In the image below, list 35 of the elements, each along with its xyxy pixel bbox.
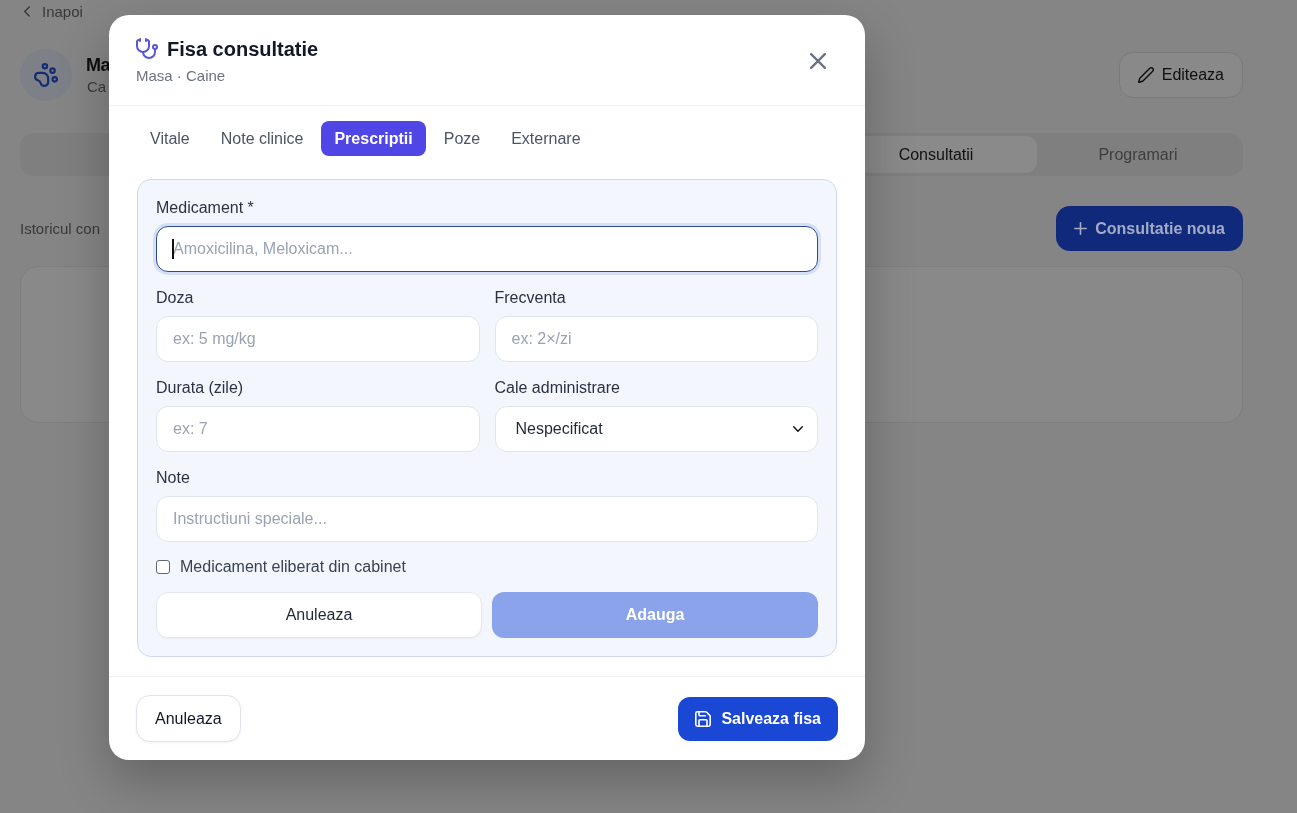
field-label: Doza: [156, 288, 194, 308]
edit-button[interactable]: Editeaza: [1118, 52, 1243, 98]
dialog-title: Fisa consultatie: [167, 37, 319, 62]
close-icon: [810, 53, 826, 69]
cancel-button[interactable]: Anuleaza: [136, 695, 241, 742]
text-cursor-icon: [172, 239, 174, 259]
input-field[interactable]: Amoxicilina, Meloxicam...: [156, 226, 818, 272]
save-button[interactable]: Salveaza fisa: [678, 696, 838, 741]
cancel-button[interactable]: Anuleaza: [156, 592, 482, 638]
dialog-subtitle: Masa · Caine: [136, 66, 226, 86]
save-icon: [695, 710, 712, 727]
stethoscope-icon: [136, 38, 158, 60]
dialog-tab[interactable]: Poze: [430, 121, 494, 156]
checkbox[interactable]: [156, 560, 170, 574]
pet-name: Ma: [86, 54, 110, 77]
plus-icon: [1074, 222, 1088, 235]
dialog-tab[interactable]: Externare: [498, 121, 594, 156]
history-heading: Istoricul con: [20, 220, 101, 237]
checkbox-label: Medicament eliberat din cabinet: [180, 558, 406, 576]
chevron-left-icon: [24, 5, 30, 17]
paw-avatar-icon: [20, 49, 72, 101]
dialog-tab[interactable]: Vitale: [137, 121, 203, 156]
select-field[interactable]: Nespecificat: [494, 406, 818, 452]
new-consultation-button[interactable]: Consultatie noua: [1056, 206, 1243, 251]
field-label: Cale administrare: [494, 378, 620, 398]
dialog-tab[interactable]: Prescriptii: [321, 121, 426, 156]
field-label: Note: [156, 468, 190, 488]
close-button[interactable]: [810, 53, 826, 69]
chevron-down-icon: [793, 426, 803, 432]
dialog-tab[interactable]: Note clinice: [207, 121, 317, 156]
field-label: Durata (zile): [156, 378, 244, 398]
pet-subtitle: Ca: [87, 77, 108, 97]
field-label: Frecventa: [494, 288, 566, 308]
pencil-icon: [1137, 67, 1154, 83]
field-label: Medicament *: [156, 198, 254, 218]
